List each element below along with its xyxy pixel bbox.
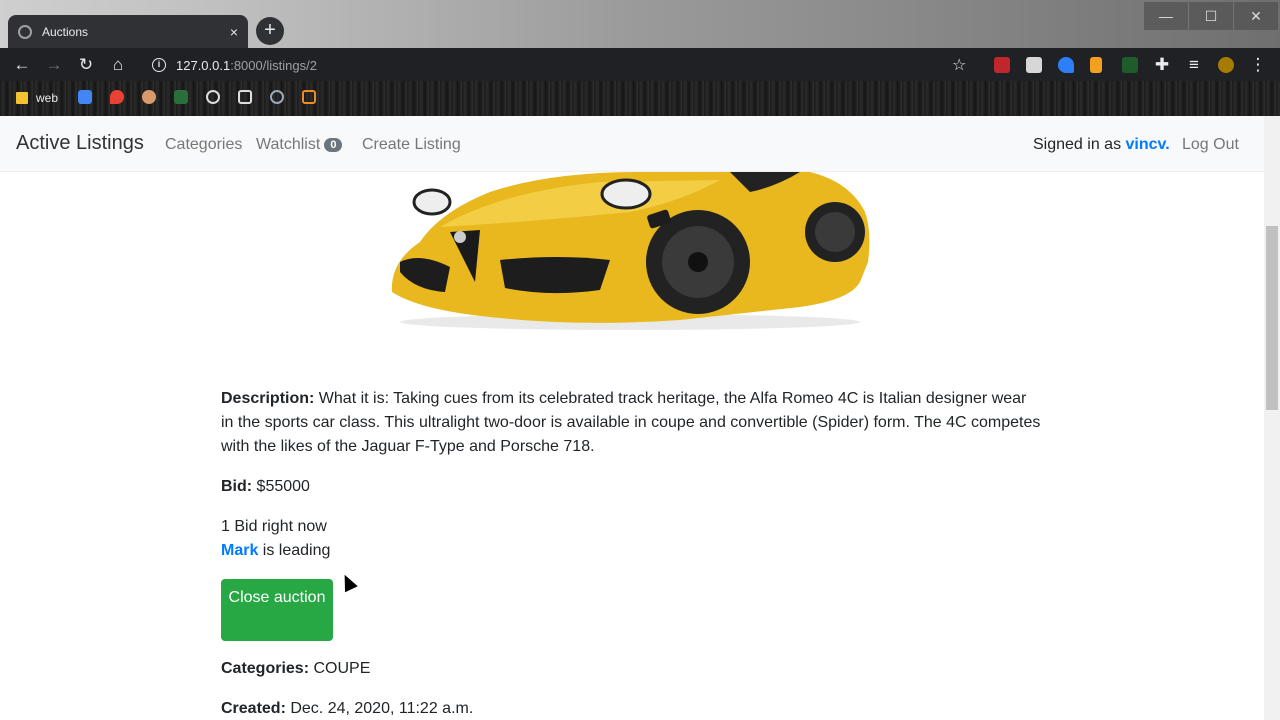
folder-icon xyxy=(16,92,28,104)
listing-created: Created: Dec. 24, 2020, 11:22 a.m. xyxy=(221,697,1041,720)
nav-categories[interactable]: Categories xyxy=(165,136,242,154)
bid-count: 1 Bid right now xyxy=(221,518,327,535)
bookmark-web[interactable]: web xyxy=(16,90,58,106)
extensions-puzzle-icon[interactable]: ✚ xyxy=(1150,53,1174,77)
bid-value: $55000 xyxy=(252,478,310,495)
description-label: Description: xyxy=(221,390,315,407)
minimize-button[interactable]: — xyxy=(1144,2,1188,30)
url-host: 127.0.0.1 xyxy=(176,57,231,73)
extension-icon[interactable] xyxy=(1026,57,1042,73)
leader-name[interactable]: Mark xyxy=(221,542,258,559)
categories-value[interactable]: COUPE xyxy=(309,660,370,677)
browser-toolbar: ← → ↻ ⌂ i 127.0.0.1:8000/listings/2 ☆ ✚ … xyxy=(0,48,1280,81)
address-bar[interactable]: i 127.0.0.1:8000/listings/2 xyxy=(142,52,978,78)
new-tab-button[interactable]: + xyxy=(256,17,284,45)
tab-close-icon[interactable]: × xyxy=(230,24,238,40)
profile-avatar-icon[interactable] xyxy=(1218,57,1234,73)
listing-categories: Categories: COUPE xyxy=(221,657,1041,681)
bookmark-icon[interactable] xyxy=(174,90,188,104)
browser-titlebar: Auctions × + — ☐ ✕ xyxy=(0,0,1280,48)
logout-link[interactable]: Log Out xyxy=(1182,136,1239,154)
window-close-button[interactable]: ✕ xyxy=(1234,2,1278,30)
media-queue-icon[interactable]: ≡ xyxy=(1182,53,1206,77)
bookmark-star-icon[interactable]: ☆ xyxy=(952,55,966,75)
maps-bookmark-icon[interactable] xyxy=(110,90,124,104)
signed-suffix: . xyxy=(1165,136,1170,153)
nav-create-listing[interactable]: Create Listing xyxy=(362,136,461,154)
page-viewport: Active Listings Categories Watchlist 0 Cr… xyxy=(0,116,1264,720)
loading-icon xyxy=(18,24,32,39)
navbar-brand[interactable]: Active Listings xyxy=(16,132,144,155)
google-translate-bookmark-icon[interactable] xyxy=(78,90,92,104)
signed-prefix: Signed in as xyxy=(1033,136,1126,153)
orange-bookmark-icon[interactable] xyxy=(302,90,316,104)
circle-bookmark-icon[interactable] xyxy=(206,90,220,104)
face-bookmark-icon[interactable] xyxy=(142,90,156,104)
listing-bid: Bid: $55000 xyxy=(221,475,1041,499)
diamond-extension-icon[interactable] xyxy=(1058,57,1074,73)
bookmarks-bar: web xyxy=(0,81,1280,116)
reload-icon[interactable]: ↻ xyxy=(74,53,98,77)
scrollbar-thumb[interactable] xyxy=(1266,226,1278,410)
hammer-extension-icon[interactable] xyxy=(1090,57,1102,73)
back-icon[interactable]: ← xyxy=(10,53,34,77)
green-extension-icon[interactable] xyxy=(1122,57,1138,73)
leader-status: Mark is leading xyxy=(221,539,1041,563)
categories-label: Categories: xyxy=(221,660,310,677)
created-label: Created: xyxy=(221,700,286,717)
url-path: :8000/listings/2 xyxy=(230,57,317,73)
home-icon[interactable]: ⌂ xyxy=(106,53,130,77)
ublock-extension-icon[interactable] xyxy=(994,57,1010,73)
nav-watchlist[interactable]: Watchlist 0 xyxy=(256,136,343,154)
maximize-button[interactable]: ☐ xyxy=(1189,2,1233,30)
page-scrollbar[interactable] xyxy=(1264,116,1280,720)
signed-in-status: Signed in as vincv. xyxy=(1033,136,1170,154)
close-auction-button[interactable]: Close auction xyxy=(221,579,333,641)
bookmark-label: web xyxy=(36,91,59,105)
menu-kebab-icon[interactable]: ⋮ xyxy=(1246,53,1270,77)
username[interactable]: vincv xyxy=(1126,136,1166,153)
top-navbar: Active Listings Categories Watchlist 0 Cr… xyxy=(0,116,1264,172)
bid-label: Bid: xyxy=(221,478,253,495)
angular-bookmark-icon[interactable] xyxy=(270,90,284,104)
created-value: Dec. 24, 2020, 11:22 a.m. xyxy=(285,700,474,717)
site-info-icon[interactable]: i xyxy=(152,58,166,72)
square-bookmark-icon[interactable] xyxy=(238,90,252,104)
forward-icon[interactable]: → xyxy=(42,53,66,77)
watchlist-count-badge: 0 xyxy=(324,138,343,152)
listing-image xyxy=(380,172,880,332)
browser-tab[interactable]: Auctions × xyxy=(8,15,248,48)
watchlist-label: Watchlist xyxy=(256,136,321,153)
listing-description: Description: What it is: Taking cues fro… xyxy=(221,387,1041,459)
leader-suffix: is leading xyxy=(258,542,331,559)
description-text: What it is: Taking cues from its celebra… xyxy=(221,390,1041,455)
tab-title: Auctions xyxy=(42,24,89,39)
